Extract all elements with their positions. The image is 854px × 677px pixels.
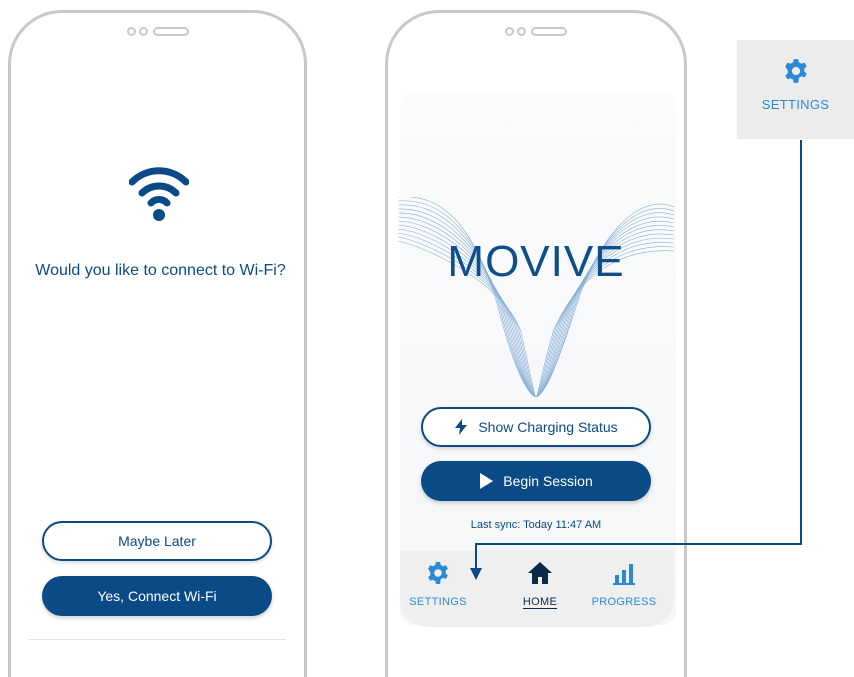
connector-arrow	[470, 140, 802, 580]
